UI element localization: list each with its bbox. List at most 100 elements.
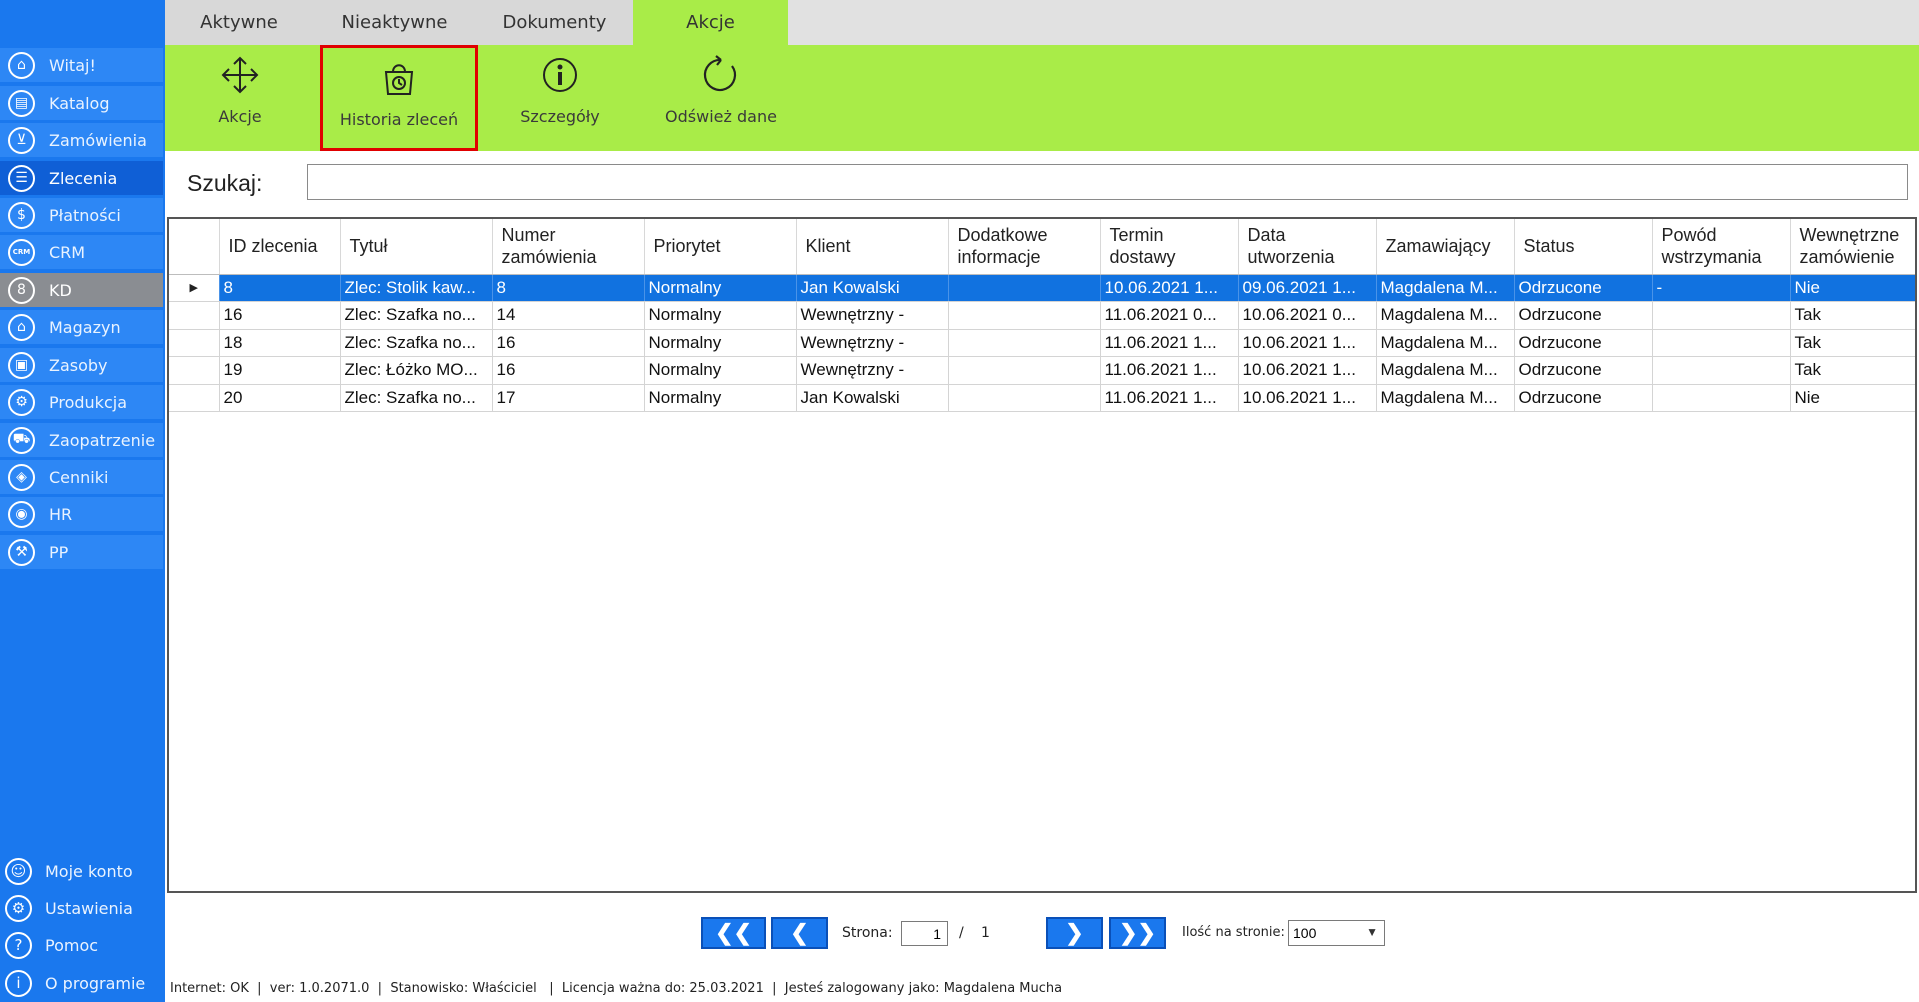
sidebar-item-witaj[interactable]: ⌂ Witaj! [0,48,163,82]
table-cell[interactable]: Zlec: Stolik kaw... [340,274,493,302]
sidebar-item-zaopatrzenie[interactable]: ⛟ Zaopatrzenie [0,423,163,457]
sidebar-bottom-ustawienia[interactable]: ⚙ Ustawienia [0,890,165,926]
table-cell[interactable]: Zlec: Szafka no... [340,384,493,412]
next-page-button[interactable]: ❯ [1046,917,1103,949]
page-number-input[interactable] [901,921,948,946]
table-cell[interactable]: Odrzucone [1514,384,1653,412]
sidebar-bottom-pomoc[interactable]: ? Pomoc [0,927,165,963]
tab-aktywne[interactable]: Aktywne [165,0,313,45]
table-cell[interactable]: Magdalena M... [1376,356,1515,385]
table-cell[interactable]: 11.06.2021 0... [1100,301,1239,330]
prev-page-button[interactable]: ❮ [771,917,828,949]
sidebar-item-cenniki[interactable]: ◈ Cenniki [0,460,163,494]
row-header[interactable] [169,301,220,330]
table-cell[interactable]: 10.06.2021 1... [1238,356,1377,385]
table-cell[interactable] [948,274,1101,302]
table-cell[interactable] [948,301,1101,330]
first-page-button[interactable]: ❮❮ [701,917,766,949]
table-cell[interactable]: 11.06.2021 1... [1100,384,1239,412]
table-cell[interactable]: Tak [1790,356,1915,385]
table-cell[interactable]: Normalny [644,274,797,302]
table-row[interactable]: 18 Zlec: Szafka no... 16 Normalny Wewnętrzny… [169,329,1915,357]
table-cell[interactable] [948,329,1101,357]
table-cell[interactable]: 14 [492,301,645,330]
sidebar-item-zlecenia[interactable]: ☰ Zlecenia [0,161,163,195]
row-header[interactable]: ▶ [169,274,220,302]
table-cell[interactable] [948,384,1101,412]
column-header[interactable]: Priorytet [644,219,797,275]
column-header[interactable]: Dodatkowe informacje [948,219,1101,275]
table-cell[interactable] [1652,356,1791,385]
table-cell[interactable]: Normalny [644,329,797,357]
table-row[interactable]: 20 Zlec: Szafka no... 17 Normalny Jan Kowals… [169,384,1915,412]
table-cell[interactable]: Odrzucone [1514,329,1653,357]
table-cell[interactable]: Magdalena M... [1376,384,1515,412]
column-header[interactable]: Powód wstrzymania [1652,219,1791,275]
table-cell[interactable]: - [1652,274,1791,302]
table-cell[interactable]: Normalny [644,301,797,330]
table-cell[interactable]: 19 [219,356,341,385]
table-cell[interactable]: Wewnętrzny - [796,356,949,385]
column-header[interactable]: Zamawiający [1376,219,1515,275]
table-cell[interactable]: Magdalena M... [1376,329,1515,357]
historia-zlecen-button[interactable]: Historia zleceń [320,45,478,151]
table-row[interactable]: 16 Zlec: Szafka no... 14 Normalny Wewnętrzny… [169,301,1915,330]
table-cell[interactable]: Normalny [644,384,797,412]
table-row[interactable]: ▶ 8 Zlec: Stolik kaw... 8 Normalny Jan Kowals… [169,274,1915,302]
table-cell[interactable]: 20 [219,384,341,412]
table-cell[interactable]: 10.06.2021 1... [1238,329,1377,357]
sidebar-item-produkcja[interactable]: ⚙ Produkcja [0,385,163,419]
column-header[interactable]: ID zlecenia [219,219,341,275]
sidebar-item-kd[interactable]: 8 KD [0,273,163,307]
table-cell[interactable]: 10.06.2021 1... [1238,384,1377,412]
sidebar-bottom-moje-konto[interactable]: ☺ Moje konto [0,853,165,889]
sidebar-item-katalog[interactable]: ▤ Katalog [0,86,163,120]
sidebar-bottom-o-programie[interactable]: i O programie [0,965,165,1001]
table-cell[interactable]: 11.06.2021 1... [1100,329,1239,357]
table-cell[interactable]: 16 [492,329,645,357]
table-cell[interactable]: Jan Kowalski [796,274,949,302]
column-header[interactable]: Klient [796,219,949,275]
table-row[interactable]: 19 Zlec: Łóżko MO... 16 Normalny Wewnętrzny … [169,356,1915,385]
table-cell[interactable]: Normalny [644,356,797,385]
last-page-button[interactable]: ❯❯ [1109,917,1166,949]
per-page-select[interactable]: 100 ▼ [1288,920,1385,946]
table-cell[interactable]: 11.06.2021 1... [1100,356,1239,385]
row-header[interactable] [169,384,220,412]
sidebar-item-płatności[interactable]: $ Płatności [0,198,163,232]
table-cell[interactable]: Zlec: Szafka no... [340,301,493,330]
tab-akcje[interactable]: Akcje [633,0,788,45]
table-cell[interactable]: Jan Kowalski [796,384,949,412]
sidebar-item-magazyn[interactable]: ⌂ Magazyn [0,310,163,344]
table-cell[interactable]: 10.06.2021 0... [1238,301,1377,330]
table-cell[interactable]: 8 [492,274,645,302]
odswiez-dane-button[interactable]: Odśwież dane [641,45,801,151]
table-cell[interactable]: 8 [219,274,341,302]
table-cell[interactable] [1652,384,1791,412]
table-cell[interactable]: Nie [1790,384,1915,412]
column-header[interactable]: Wewnętrzne zamówienie [1790,219,1915,275]
column-header[interactable]: Status [1514,219,1653,275]
table-cell[interactable]: 09.06.2021 1... [1238,274,1377,302]
table-cell[interactable]: Odrzucone [1514,301,1653,330]
table-cell[interactable] [948,356,1101,385]
table-cell[interactable]: Magdalena M... [1376,301,1515,330]
table-cell[interactable]: Zlec: Łóżko MO... [340,356,493,385]
table-cell[interactable] [1652,301,1791,330]
szczegoly-button[interactable]: Szczegóły [485,45,635,151]
sidebar-item-hr[interactable]: ◉ HR [0,497,163,531]
table-cell[interactable]: 17 [492,384,645,412]
table-cell[interactable]: Tak [1790,301,1915,330]
sidebar-item-zamówienia[interactable]: ⊻ Zamówienia [0,123,163,157]
table-cell[interactable] [1652,329,1791,357]
tab-dokumenty[interactable]: Dokumenty [476,0,633,45]
table-cell[interactable]: Zlec: Szafka no... [340,329,493,357]
tab-nieaktywne[interactable]: Nieaktywne [313,0,476,45]
row-header[interactable] [169,329,220,357]
column-header[interactable]: Termin dostawy [1100,219,1239,275]
table-cell[interactable]: 18 [219,329,341,357]
sidebar-item-zasoby[interactable]: ▣ Zasoby [0,348,163,382]
table-cell[interactable]: 10.06.2021 1... [1100,274,1239,302]
table-cell[interactable]: Nie [1790,274,1915,302]
table-cell[interactable]: Odrzucone [1514,356,1653,385]
